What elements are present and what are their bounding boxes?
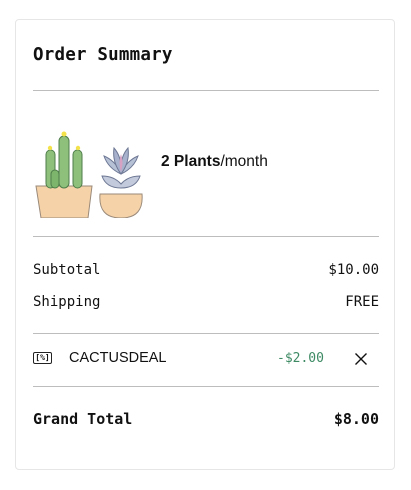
shipping-label: Shipping [33, 294, 101, 310]
shipping-row: Shipping FREE [33, 292, 379, 312]
grand-total-value: $8.00 [333, 410, 379, 428]
plan-summary: 2 Plants/month [161, 153, 268, 171]
divider [33, 90, 379, 91]
grand-total-row: Grand Total $8.00 [33, 410, 379, 428]
subtotal-row: Subtotal $10.00 [33, 260, 379, 280]
shipping-value: FREE [345, 294, 379, 310]
plan-frequency: /month [220, 153, 268, 170]
divider [33, 386, 379, 387]
plants-illustration [35, 131, 143, 218]
divider [33, 236, 379, 237]
close-icon[interactable] [354, 352, 368, 366]
promo-discount: -$2.00 [277, 351, 324, 366]
promo-code: CACTUSDEAL [69, 350, 167, 366]
order-summary-card: Order Summary 2 Plants/month Subtotal $1… [15, 19, 395, 470]
order-summary-title: Order Summary [33, 45, 173, 65]
subtotal-label: Subtotal [33, 262, 101, 278]
plan-count: 2 Plants [161, 153, 221, 170]
grand-total-label: Grand Total [33, 410, 133, 428]
subtotal-value: $10.00 [328, 262, 379, 278]
promo-tag-icon: [%] [33, 352, 52, 364]
divider [33, 333, 379, 334]
